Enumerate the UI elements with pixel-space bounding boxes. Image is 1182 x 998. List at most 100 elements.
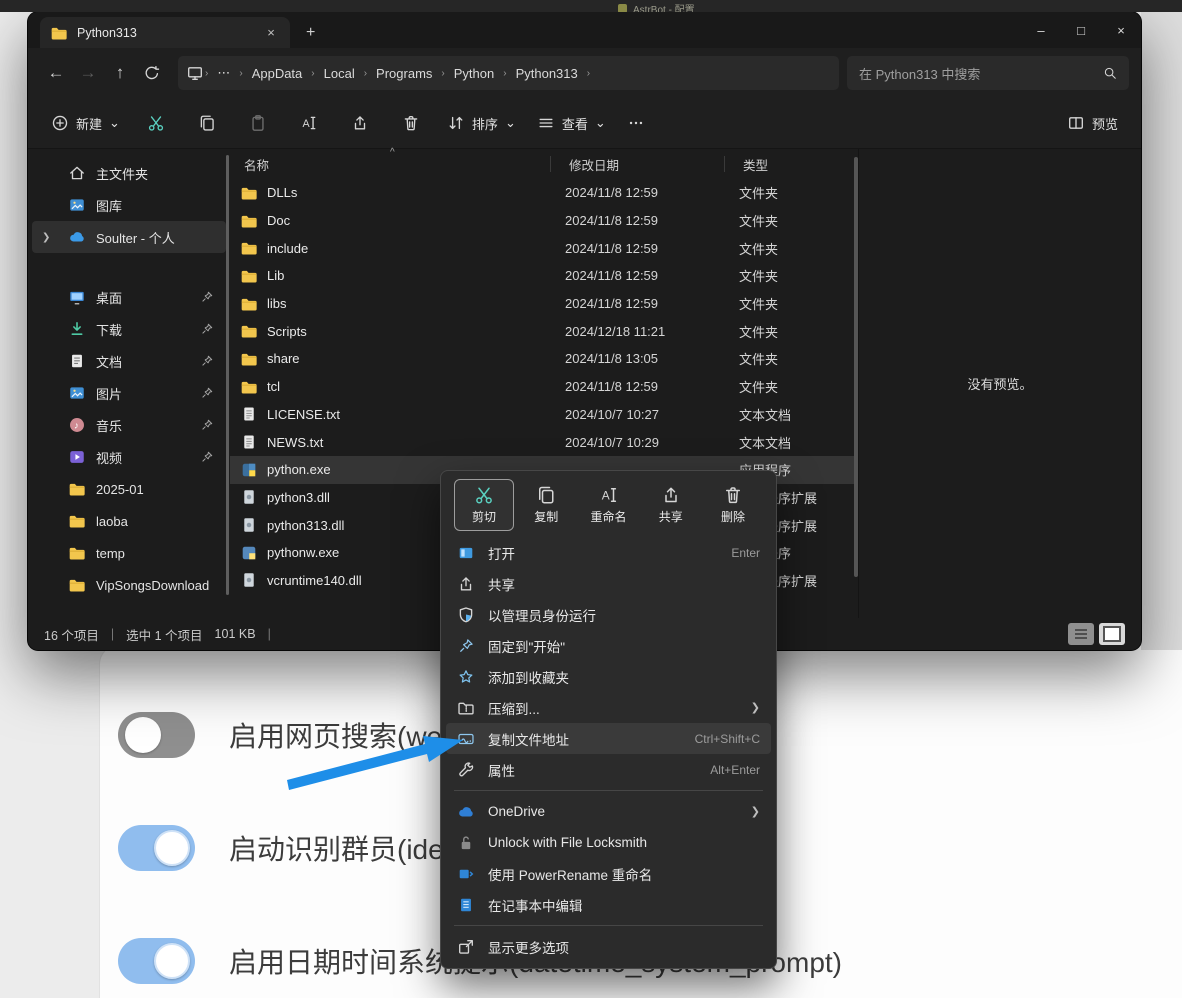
toggle-datetime-prompt[interactable] [118, 938, 195, 984]
file-row-tcl[interactable]: tcl 2024/11/8 12:59 文件夹 [230, 373, 858, 401]
sidebar-item-temp[interactable]: temp [32, 537, 226, 569]
tab-close-icon[interactable]: × [262, 25, 280, 40]
sort-button[interactable]: 排序 ⌄ [440, 108, 523, 139]
file-type: 文本文档 [739, 407, 792, 423]
preview-pane: 没有预览。 [858, 149, 1141, 618]
close-button[interactable]: × [1101, 12, 1141, 48]
rename-button[interactable]: A [293, 108, 325, 138]
breadcrumb-item[interactable]: AppData [244, 63, 311, 84]
file-row-lib[interactable]: Lib 2024/11/8 12:59 文件夹 [230, 262, 858, 290]
minimize-button[interactable]: – [1021, 12, 1061, 48]
no-preview-text: 没有预览。 [967, 377, 1033, 392]
file-row-share[interactable]: share 2024/11/8 13:05 文件夹 [230, 345, 858, 373]
cut-button[interactable] [140, 108, 172, 138]
delete-button[interactable] [395, 108, 427, 138]
share-button[interactable] [344, 108, 376, 138]
breadcrumb-item[interactable]: Programs [368, 63, 440, 84]
menu-item-label: 以管理员身份运行 [488, 608, 596, 624]
menu-item-zip[interactable]: 压缩到... ❯ [446, 692, 771, 723]
file-row-scripts[interactable]: Scripts 2024/12/18 11:21 文件夹 [230, 317, 858, 345]
folder-icon [240, 350, 258, 368]
shield-icon [457, 606, 475, 624]
up-button[interactable]: ↑ [104, 57, 136, 89]
notepad-icon [457, 896, 475, 914]
quick-cut-button[interactable]: 剪切 [454, 479, 514, 531]
lock-icon [457, 834, 475, 852]
new-button[interactable]: 新建 ⌄ [44, 108, 127, 139]
file-name-label: python.exe [267, 462, 331, 478]
view-button[interactable]: 查看 ⌄ [530, 108, 613, 139]
quick-trash-button[interactable]: 删除 [703, 479, 763, 531]
quick-rename-button[interactable]: A 重命名 [579, 479, 639, 531]
pin-icon [200, 290, 214, 304]
menu-separator [454, 925, 763, 926]
sidebar-item--[interactable]: 主文件夹 [32, 157, 226, 189]
menu-item-cloud2[interactable]: OneDrive ❯ [446, 796, 771, 827]
forward-button[interactable]: → [72, 57, 104, 89]
sidebar-item-laoba[interactable]: laoba [32, 505, 226, 537]
sidebar-item--[interactable]: 图库 [32, 189, 226, 221]
menu-item-label: 打开 [488, 546, 515, 562]
toggle-web-search[interactable] [118, 712, 195, 758]
sidebar-item--[interactable]: 图片 [32, 377, 226, 409]
file-row-dlls[interactable]: DLLs 2024/11/8 12:59 文件夹 [230, 179, 858, 207]
menu-item-shield[interactable]: 以管理员身份运行 [446, 599, 771, 630]
menu-item-powerrename[interactable]: 使用 PowerRename 重命名 [446, 858, 771, 889]
menu-item-more[interactable]: 显示更多选项 [446, 931, 771, 962]
chevron-right-icon: ❯ [42, 231, 51, 243]
sidebar-item--[interactable]: ♪ 音乐 [32, 409, 226, 441]
back-button[interactable]: ← [40, 57, 72, 89]
breadcrumb-item[interactable]: Python [446, 63, 502, 84]
sidebar-item--[interactable]: 下载 [32, 313, 226, 345]
quick-copy-button[interactable]: 复制 [516, 479, 576, 531]
maximize-button[interactable]: □ [1061, 12, 1101, 48]
column-header-date[interactable]: 修改日期 [569, 155, 743, 174]
breadcrumb-item[interactable]: Python313 [508, 63, 586, 84]
menu-item-share[interactable]: 共享 [446, 568, 771, 599]
file-name-label: NEWS.txt [267, 434, 324, 450]
breadcrumb-item[interactable]: ⋯ [209, 62, 238, 84]
file-row-news-txt[interactable]: NEWS.txt 2024/10/7 10:29 文本文档 [230, 428, 858, 456]
large-icons-view-button[interactable] [1099, 623, 1125, 645]
menu-item-wrench[interactable]: 属性 Alt+Enter [446, 754, 771, 785]
more-toolbar-button[interactable] [620, 108, 652, 138]
pin-icon [200, 386, 214, 400]
quick-action-label: 重命名 [590, 510, 627, 524]
menu-item-pin2[interactable]: 固定到"开始" [446, 630, 771, 661]
copy-button[interactable] [191, 108, 223, 138]
file-row-include[interactable]: include 2024/11/8 12:59 文件夹 [230, 234, 858, 262]
sidebar-item-soulter---[interactable]: ❯ Soulter - 个人 [32, 221, 226, 253]
sidebar-item--[interactable]: 文档 [32, 345, 226, 377]
file-row-doc[interactable]: Doc 2024/11/8 12:59 文件夹 [230, 207, 858, 235]
sidebar-item--[interactable]: 视频 [32, 441, 226, 473]
menu-item-lock[interactable]: Unlock with File Locksmith [446, 827, 771, 858]
menu-item-label: Unlock with File Locksmith [488, 835, 648, 850]
gallery-icon [68, 384, 86, 402]
search-box[interactable]: 在 Python313 中搜索 [847, 56, 1129, 90]
preview-button[interactable]: 预览 [1060, 108, 1125, 139]
sidebar-item-2025-01[interactable]: 2025-01 [32, 473, 226, 505]
sidebar-scrollbar[interactable] [226, 155, 229, 595]
more-icon [457, 938, 475, 956]
folder-icon [240, 378, 258, 396]
breadcrumb-item[interactable]: Local [316, 63, 363, 84]
column-header-type[interactable]: 类型 [743, 155, 853, 174]
paste-button[interactable] [242, 108, 274, 138]
column-header-name[interactable]: 名称 [230, 155, 569, 174]
toggle-identify-members[interactable] [118, 825, 195, 871]
quick-share-button[interactable]: 共享 [641, 479, 701, 531]
file-row-license-txt[interactable]: LICENSE.txt 2024/10/7 10:27 文本文档 [230, 401, 858, 429]
refresh-button[interactable] [136, 57, 168, 89]
menu-item-notepad[interactable]: 在记事本中编辑 [446, 889, 771, 920]
explorer-tab[interactable]: Python313 × [40, 17, 290, 48]
details-view-button[interactable] [1068, 623, 1094, 645]
menu-item-openapp[interactable]: 打开 Enter [446, 537, 771, 568]
sidebar-item-vipsongsdownload[interactable]: VipSongsDownload [32, 569, 226, 601]
menu-item-copypath[interactable]: 复制文件地址 Ctrl+Shift+C [446, 723, 771, 754]
sidebar-item--[interactable]: 桌面 [32, 281, 226, 313]
new-tab-button[interactable]: + [306, 24, 315, 42]
menu-item-star[interactable]: 添加到收藏夹 [446, 661, 771, 692]
file-row-libs[interactable]: libs 2024/11/8 12:59 文件夹 [230, 290, 858, 318]
file-list-scrollbar[interactable] [854, 157, 858, 577]
menu-item-label: 复制文件地址 [488, 732, 569, 748]
